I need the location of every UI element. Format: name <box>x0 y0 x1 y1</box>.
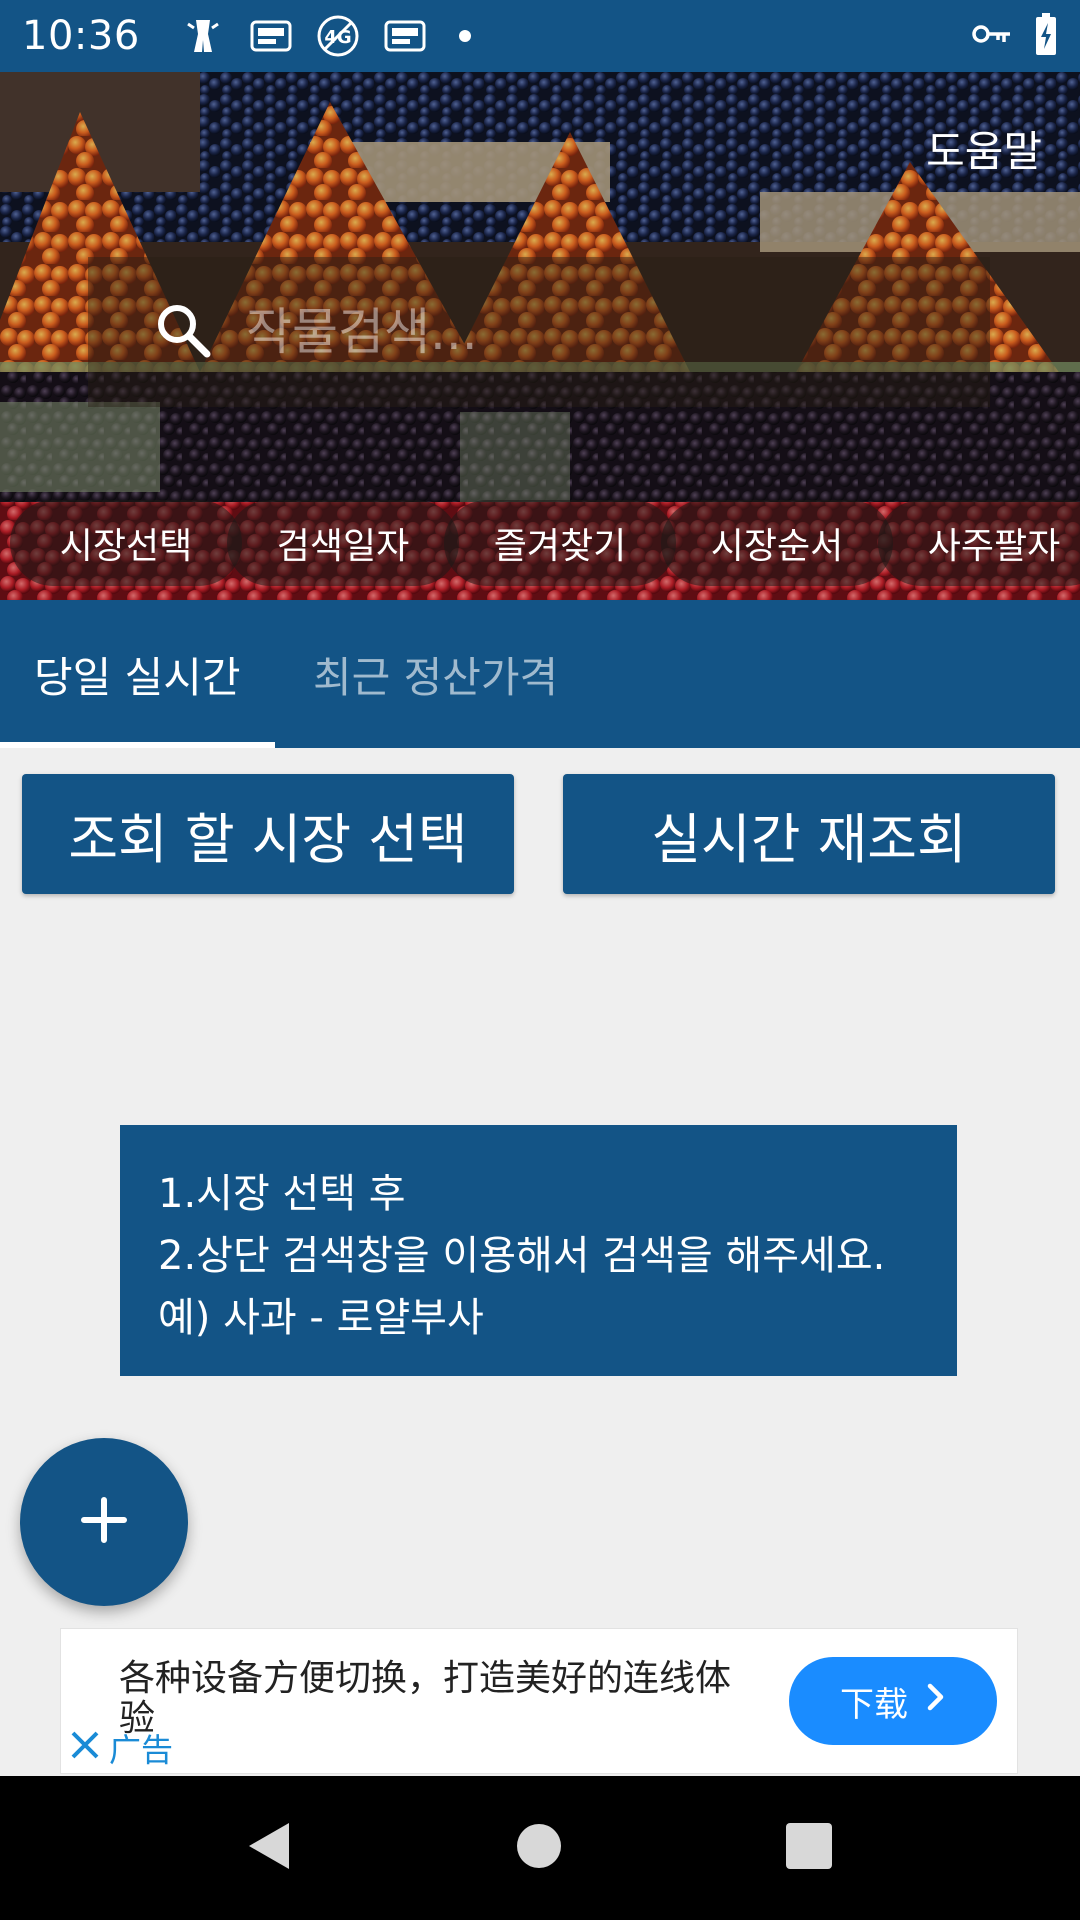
ad-label: 广告 <box>109 1731 174 1769</box>
chip-saju[interactable]: 사주팔자 <box>878 500 1080 586</box>
ad-download-button[interactable]: 下载 <box>789 1657 997 1745</box>
select-market-button[interactable]: 조회 할 시장 선택 <box>22 774 514 894</box>
status-time: 10:36 <box>22 13 140 59</box>
tab-active-indicator <box>0 742 275 748</box>
home-circle-icon <box>515 1822 563 1874</box>
app-icon <box>382 16 428 56</box>
hero-banner: 도움말 시장선택 검색일자 즐겨찾기 시장순서 사주팔자 <box>0 72 1080 600</box>
system-nav-bar <box>0 1776 1080 1920</box>
tab-label: 최근 정산가격 <box>313 652 559 702</box>
price-tabs: 당일 실시간 최근 정산가격 <box>0 600 1080 748</box>
realtime-refresh-button[interactable]: 실시간 재조회 <box>563 774 1055 894</box>
chip-search-date[interactable]: 검색일자 <box>227 500 459 586</box>
key-icon <box>972 22 1012 50</box>
status-notification-icons: 4G <box>180 14 480 58</box>
chip-market-select[interactable]: 시장선택 <box>10 500 242 586</box>
crop-search-input[interactable] <box>246 303 886 361</box>
chevron-right-icon <box>926 1681 946 1721</box>
close-icon[interactable] <box>69 1729 101 1765</box>
add-fab-button[interactable] <box>20 1438 188 1606</box>
status-system-icons <box>972 12 1058 60</box>
person-icon <box>180 16 226 56</box>
back-triangle-icon <box>243 1819 293 1877</box>
app-screen: 10:36 4G <box>0 0 1080 1920</box>
plus-icon <box>80 1496 128 1548</box>
quick-filter-chips: 시장선택 검색일자 즐겨찾기 시장순서 사주팔자 <box>10 500 1080 586</box>
instruction-line-2: 2.상단 검색창을 이용해서 검색을 해주세요. <box>158 1233 886 1279</box>
instruction-box: 1.시장 선택 후 2.상단 검색창을 이용해서 검색을 해주세요. 예) 사과… <box>120 1125 957 1376</box>
ad-button-label: 下载 <box>840 1684 908 1725</box>
help-link[interactable]: 도움말 <box>926 118 1042 179</box>
chip-favorites[interactable]: 즐겨찾기 <box>444 500 676 586</box>
recents-square-icon <box>786 1823 832 1873</box>
recents-button[interactable] <box>737 1776 881 1920</box>
tab-recent-settlement[interactable]: 최근 정산가격 <box>275 600 558 748</box>
dot-icon <box>450 26 480 46</box>
status-bar: 10:36 4G <box>0 0 1080 72</box>
tab-label: 당일 실시간 <box>34 652 241 702</box>
crop-search-bar[interactable] <box>88 257 990 407</box>
search-icon[interactable] <box>154 301 212 363</box>
no-4g-icon: 4G <box>316 14 360 58</box>
instruction-line-3: 예) 사과 - 로얄부사 <box>158 1295 484 1341</box>
ad-text: 各种设备方便切换，打造美好的连线体验 <box>119 1658 732 1739</box>
home-button[interactable] <box>467 1776 611 1920</box>
app-icon <box>248 16 294 56</box>
chip-market-order[interactable]: 시장순서 <box>661 500 893 586</box>
ad-banner[interactable]: 各种设备方便切换，打造美好的连线体验 广告 下载 <box>60 1628 1018 1774</box>
instruction-line-1: 1.시장 선택 후 <box>158 1171 406 1217</box>
back-button[interactable] <box>196 1776 340 1920</box>
battery-charging-icon <box>1034 12 1058 60</box>
tab-today-realtime[interactable]: 당일 실시간 <box>0 600 275 748</box>
